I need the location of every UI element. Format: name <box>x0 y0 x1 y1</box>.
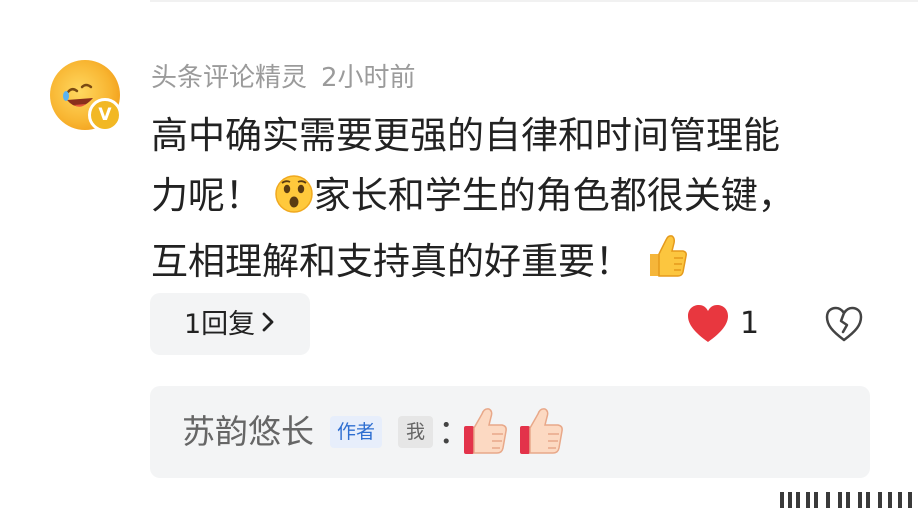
verified-badge: V <box>88 98 122 132</box>
thumbs-up-icon <box>644 232 690 298</box>
view-replies-label: 1回复 <box>184 309 256 340</box>
comment-time: 2小时前 <box>321 63 416 93</box>
comment-line-3: 互相理解和支持真的好重要！ <box>151 232 891 298</box>
thumbs-up-icon <box>462 404 512 458</box>
thumbs-up-icon <box>518 404 568 458</box>
author-badge: 作者 <box>330 416 383 448</box>
comment-meta: 头条评论精灵 2小时前 <box>151 60 416 96</box>
astonished-face-icon <box>274 172 314 232</box>
dislike-button[interactable] <box>824 304 864 344</box>
reply-author[interactable]: 苏韵悠长 <box>182 412 314 452</box>
like-button[interactable] <box>686 302 730 346</box>
comment-line-1: 高中确实需要更强的自律和时间管理能 <box>151 114 780 157</box>
like-count: 1 <box>740 306 760 341</box>
comment-line-2: 力呢！ 家长和学生的角色都很关键， <box>151 166 891 232</box>
comment-line-2-start: 力呢！ <box>151 174 262 217</box>
chevron-right-icon <box>261 293 275 355</box>
comment-line-3-text: 互相理解和支持真的好重要！ <box>151 240 632 283</box>
view-replies-button[interactable]: 1回复 <box>150 293 310 355</box>
me-badge: 我 <box>398 416 434 448</box>
top-divider <box>150 0 918 2</box>
comment-text: 高中确实需要更强的自律和时间管理能 力呢！ 家长和学生的角色都很关键， 互相理解… <box>151 106 891 298</box>
heart-icon <box>688 305 728 342</box>
comment-line-2-end: 家长和学生的角色都很关键， <box>313 174 795 217</box>
watermark-icon <box>780 492 912 508</box>
broken-heart-icon <box>825 306 863 342</box>
comment-author[interactable]: 头条评论精灵 <box>151 63 307 93</box>
